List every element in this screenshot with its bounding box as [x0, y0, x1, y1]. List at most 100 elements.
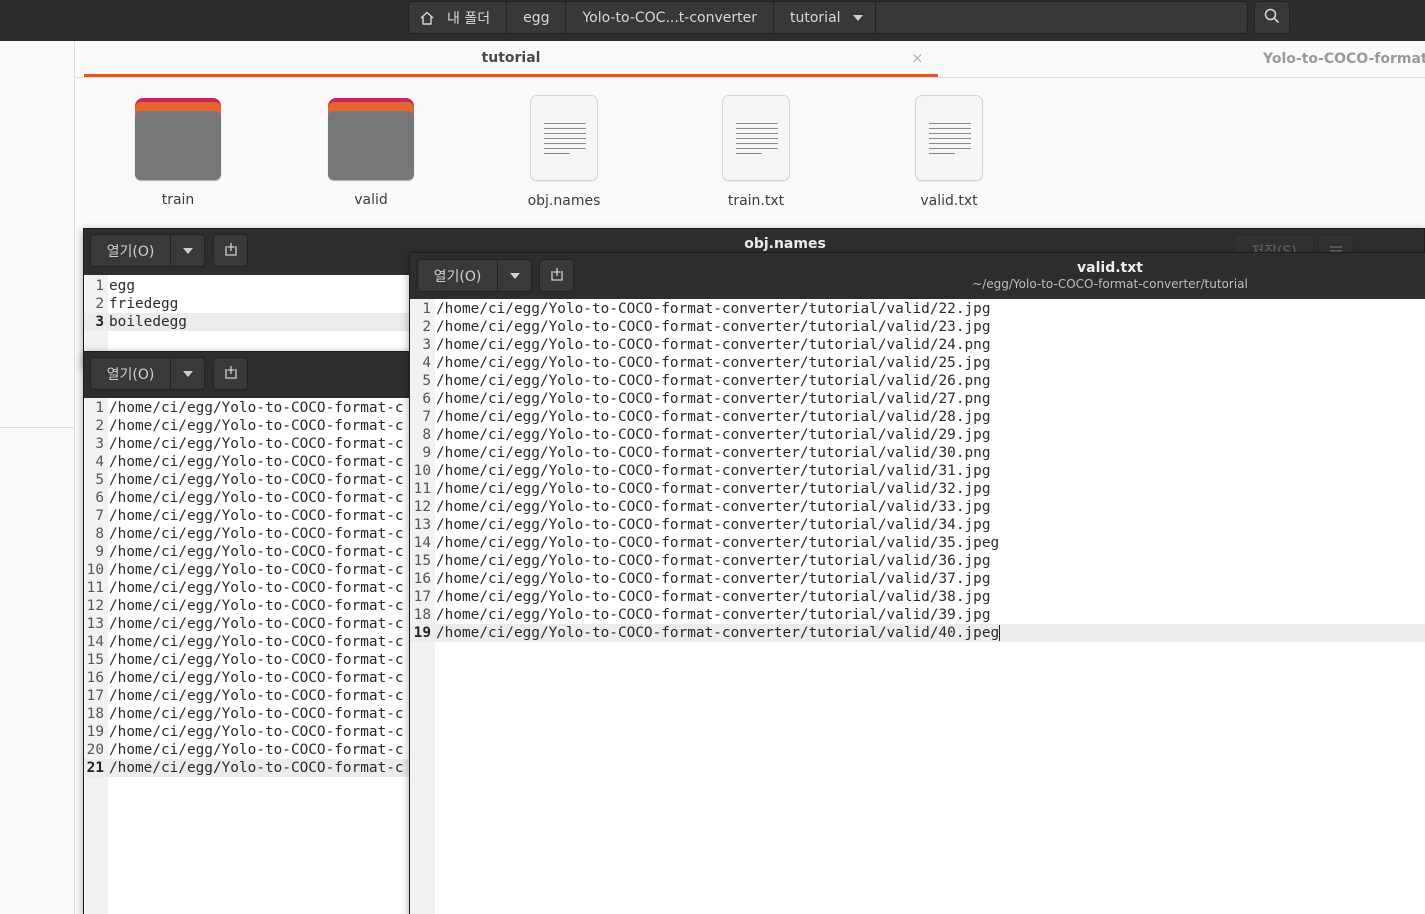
text-line[interactable]: 14/home/ci/egg/Yolo-to-COCO-format-c	[84, 633, 410, 651]
text-line[interactable]: 11/home/ci/egg/Yolo-to-COCO-format-c	[84, 579, 410, 597]
line-text: /home/ci/egg/Yolo-to-COCO-format-c	[109, 418, 404, 434]
line-number: 7	[95, 508, 104, 524]
text-line[interactable]: 19/home/ci/egg/Yolo-to-COCO-format-conve…	[410, 624, 1425, 642]
text-line[interactable]: 10/home/ci/egg/Yolo-to-COCO-format-conve…	[410, 462, 1425, 480]
path-crumb-yolo[interactable]: Yolo-to-COC...t-converter	[566, 2, 774, 33]
path-crumb-home[interactable]: 내 폴더	[409, 2, 508, 33]
line-text: boiledegg	[109, 314, 187, 330]
new-tab-button[interactable]	[213, 234, 248, 267]
line-text: /home/ci/egg/Yolo-to-COCO-format-c	[109, 598, 404, 614]
new-tab-button[interactable]	[539, 259, 574, 292]
line-number: 2	[422, 319, 431, 335]
path-crumb-label: egg	[523, 9, 550, 26]
text-line[interactable]: 12/home/ci/egg/Yolo-to-COCO-format-c	[84, 597, 410, 615]
close-icon[interactable]: ×	[911, 49, 924, 67]
file-item-train-txt[interactable]: train.txt	[696, 95, 816, 209]
window-subtitle: ~/egg/Yolo-to-COCO-format-converter/tuto…	[972, 277, 1248, 291]
text-line[interactable]: 16/home/ci/egg/Yolo-to-COCO-format-c	[84, 669, 410, 687]
file-item-label: obj.names	[527, 193, 601, 209]
text-line[interactable]: 2/home/ci/egg/Yolo-to-COCO-format-conver…	[410, 318, 1425, 336]
line-number: 6	[95, 490, 104, 506]
text-area[interactable]: 1 egg 2 friedegg 3 boiledegg	[84, 277, 410, 331]
text-line[interactable]: 2/home/ci/egg/Yolo-to-COCO-format-c	[84, 417, 410, 435]
folder-icon	[328, 98, 414, 180]
line-text: /home/ci/egg/Yolo-to-COCO-format-c	[109, 562, 404, 578]
file-item-valid-txt[interactable]: valid.txt	[889, 95, 1009, 209]
text-line[interactable]: 5/home/ci/egg/Yolo-to-COCO-format-conver…	[410, 372, 1425, 390]
search-button[interactable]	[1254, 1, 1290, 34]
text-line[interactable]: 4/home/ci/egg/Yolo-to-COCO-format-c	[84, 453, 410, 471]
file-item-train[interactable]: train	[118, 98, 238, 208]
text-line[interactable]: 9/home/ci/egg/Yolo-to-COCO-format-conver…	[410, 444, 1425, 462]
text-line[interactable]: 8/home/ci/egg/Yolo-to-COCO-format-conver…	[410, 426, 1425, 444]
text-line[interactable]: 14/home/ci/egg/Yolo-to-COCO-format-conve…	[410, 534, 1425, 552]
text-line[interactable]: 16/home/ci/egg/Yolo-to-COCO-format-conve…	[410, 570, 1425, 588]
text-line[interactable]: 11/home/ci/egg/Yolo-to-COCO-format-conve…	[410, 480, 1425, 498]
text-line[interactable]: 3/home/ci/egg/Yolo-to-COCO-format-c	[84, 435, 410, 453]
text-line[interactable]: 12/home/ci/egg/Yolo-to-COCO-format-conve…	[410, 498, 1425, 516]
line-text: /home/ci/egg/Yolo-to-COCO-format-convert…	[436, 607, 991, 623]
path-crumb-home-label: 내 폴더	[447, 10, 491, 27]
line-text: friedegg	[109, 296, 179, 312]
text-line[interactable]: 20/home/ci/egg/Yolo-to-COCO-format-c	[84, 741, 410, 759]
text-line[interactable]: 1/home/ci/egg/Yolo-to-COCO-format-c	[84, 399, 410, 417]
text-line[interactable]: 19/home/ci/egg/Yolo-to-COCO-format-c	[84, 723, 410, 741]
chevron-down-icon[interactable]	[498, 260, 531, 291]
line-text: /home/ci/egg/Yolo-to-COCO-format-convert…	[436, 571, 991, 587]
line-number: 15	[413, 553, 431, 569]
line-text: /home/ci/egg/Yolo-to-COCO-format-convert…	[436, 535, 1000, 551]
text-file-icon	[722, 95, 790, 181]
text-line[interactable]: 5/home/ci/egg/Yolo-to-COCO-format-c	[84, 471, 410, 489]
new-document-icon	[224, 364, 238, 383]
text-line[interactable]: 3 boiledegg	[84, 313, 410, 331]
text-line[interactable]: 10/home/ci/egg/Yolo-to-COCO-format-c	[84, 561, 410, 579]
chevron-down-icon[interactable]	[841, 14, 875, 21]
text-line[interactable]: 18/home/ci/egg/Yolo-to-COCO-format-c	[84, 705, 410, 723]
text-line[interactable]: 2 friedegg	[84, 295, 410, 313]
tab-yolo[interactable]: Yolo-to-COCO-format-c	[1263, 41, 1425, 77]
line-number: 3	[422, 337, 431, 353]
text-line[interactable]: 13/home/ci/egg/Yolo-to-COCO-format-c	[84, 615, 410, 633]
text-line[interactable]: 17/home/ci/egg/Yolo-to-COCO-format-c	[84, 687, 410, 705]
text-line[interactable]: 7/home/ci/egg/Yolo-to-COCO-format-c	[84, 507, 410, 525]
chevron-down-icon[interactable]	[171, 358, 204, 389]
text-line[interactable]: 15/home/ci/egg/Yolo-to-COCO-format-conve…	[410, 552, 1425, 570]
text-line[interactable]: 3/home/ci/egg/Yolo-to-COCO-format-conver…	[410, 336, 1425, 354]
tab-tutorial[interactable]: tutorial	[84, 41, 938, 77]
text-line[interactable]: 21/home/ci/egg/Yolo-to-COCO-format-c	[84, 759, 410, 777]
line-text: /home/ci/egg/Yolo-to-COCO-format-convert…	[436, 409, 991, 425]
text-line[interactable]: 9/home/ci/egg/Yolo-to-COCO-format-c	[84, 543, 410, 561]
file-item-obj-names[interactable]: obj.names	[504, 95, 624, 209]
path-crumb-tutorial[interactable]: tutorial	[774, 2, 876, 33]
file-item-label: train.txt	[727, 193, 785, 209]
editor-window-valid-txt: 열기(O) valid.txt ~/egg/Yolo-to-COCO-forma…	[409, 252, 1425, 914]
chevron-down-icon[interactable]	[171, 235, 204, 266]
text-line[interactable]: 1 egg	[84, 277, 410, 295]
text-line[interactable]: 4/home/ci/egg/Yolo-to-COCO-format-conver…	[410, 354, 1425, 372]
line-number: 13	[86, 616, 104, 632]
open-button[interactable]: 열기(O)	[417, 259, 532, 292]
open-label: 열기(O)	[91, 358, 171, 389]
text-line[interactable]: 1/home/ci/egg/Yolo-to-COCO-format-conver…	[410, 300, 1425, 318]
text-line[interactable]: 6/home/ci/egg/Yolo-to-COCO-format-conver…	[410, 390, 1425, 408]
line-number: 5	[422, 373, 431, 389]
open-button[interactable]: 열기(O)	[90, 234, 205, 267]
text-area[interactable]: 1/home/ci/egg/Yolo-to-COCO-format-conver…	[410, 300, 1425, 642]
text-line[interactable]: 13/home/ci/egg/Yolo-to-COCO-format-conve…	[410, 516, 1425, 534]
file-item-label: train	[161, 192, 195, 208]
text-line[interactable]: 18/home/ci/egg/Yolo-to-COCO-format-conve…	[410, 606, 1425, 624]
line-text: /home/ci/egg/Yolo-to-COCO-format-convert…	[436, 319, 991, 335]
text-line[interactable]: 17/home/ci/egg/Yolo-to-COCO-format-conve…	[410, 588, 1425, 606]
line-number: 10	[86, 562, 104, 578]
text-line[interactable]: 6/home/ci/egg/Yolo-to-COCO-format-c	[84, 489, 410, 507]
path-crumb-egg[interactable]: egg	[507, 2, 567, 33]
line-text: /home/ci/egg/Yolo-to-COCO-format-c	[109, 760, 404, 776]
file-item-valid[interactable]: valid	[311, 98, 431, 208]
new-tab-button[interactable]	[213, 357, 248, 390]
open-button[interactable]: 열기(O)	[90, 357, 205, 390]
text-area[interactable]: 1/home/ci/egg/Yolo-to-COCO-format-c 2/hom…	[84, 399, 410, 777]
text-line[interactable]: 8/home/ci/egg/Yolo-to-COCO-format-c	[84, 525, 410, 543]
line-number: 18	[86, 706, 104, 722]
text-line[interactable]: 7/home/ci/egg/Yolo-to-COCO-format-conver…	[410, 408, 1425, 426]
text-line[interactable]: 15/home/ci/egg/Yolo-to-COCO-format-c	[84, 651, 410, 669]
